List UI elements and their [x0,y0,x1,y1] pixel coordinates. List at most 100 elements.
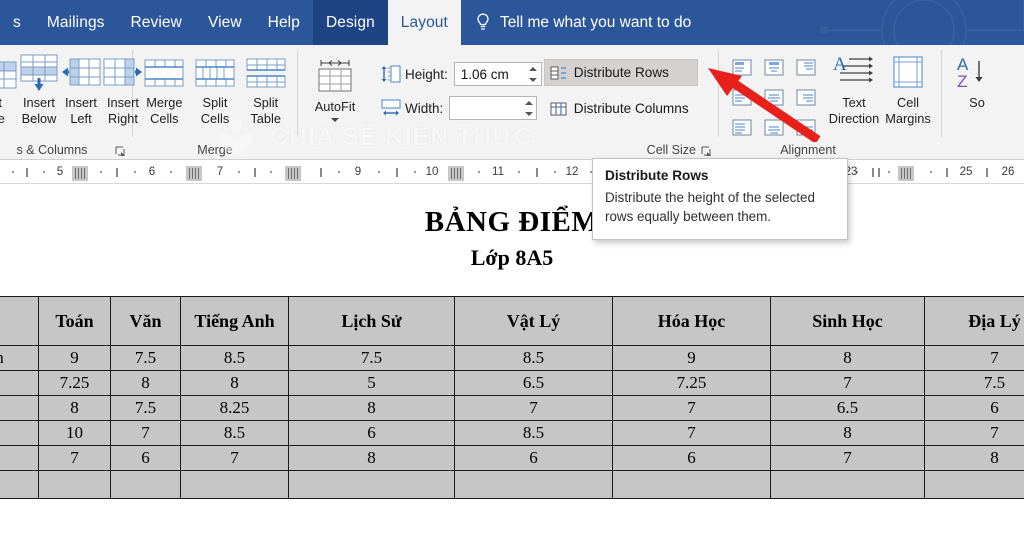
table-cell[interactable]: 7 [454,395,613,421]
rows-columns-dialog-launcher-icon[interactable] [115,146,126,157]
table-cell[interactable]: 7 [924,420,1024,446]
table-cell[interactable]: 7 [612,395,771,421]
col-header-lich-su[interactable]: Lịch Sử [288,296,455,346]
cell-margins-button[interactable]: Cell Margins [881,48,935,136]
table-cell[interactable]: 6 [612,445,771,471]
table-cell[interactable]: 7 [38,445,111,471]
align-top-center-button[interactable] [759,53,789,81]
cell-size-dialog-launcher-icon[interactable] [701,146,712,157]
insert-left-button[interactable]: Insert Left [60,48,102,136]
table-cell[interactable]: 7 [924,345,1024,371]
col-header-dia-ly[interactable]: Địa Lý [924,296,1024,346]
table-cell[interactable]: 7 [110,420,181,446]
table-cell[interactable]: 8 [288,445,455,471]
table-cell[interactable]: 7 [770,370,925,396]
table-cell[interactable]: 8.5 [454,420,613,446]
table-cell[interactable]: 8.25 [180,395,289,421]
tab-view[interactable]: View [195,0,255,45]
table-cell[interactable]: 8.5 [454,345,613,371]
ruler-column-marker[interactable] [898,166,914,181]
table-cell[interactable]: 7.5 [924,370,1024,396]
table-cell[interactable] [454,470,613,499]
table-cell[interactable]: 6 [288,420,455,446]
table-row[interactable]: 10 7 8.5 6 8.5 7 8 7 [0,420,1024,446]
table-cell[interactable] [0,370,39,396]
table-cell[interactable]: 6.5 [770,395,925,421]
col-header-vat-ly[interactable]: Vật Lý [454,296,613,346]
table-cell[interactable]: 7.5 [110,395,181,421]
table-cell[interactable]: 7 [180,445,289,471]
row-height-stepper-down-icon[interactable] [529,77,538,82]
column-width-stepper-down-icon[interactable] [524,111,533,116]
col-header-0[interactable] [0,296,39,346]
table-cell[interactable]: 8 [288,395,455,421]
table-cell[interactable]: 8.5 [180,420,289,446]
autofit-button[interactable]: AutoFit [304,52,366,140]
merge-cells-button[interactable]: Merge Cells [139,48,190,136]
table-row[interactable]: 8 7.5 8.25 8 7 7 6.5 6 [0,395,1024,421]
table-cell[interactable] [0,420,39,446]
table-cell[interactable] [110,470,181,499]
row-height-stepper[interactable] [526,63,541,85]
col-header-tieng-anh[interactable]: Tiếng Anh [180,296,289,346]
table-cell[interactable]: 8 [180,370,289,396]
autofit-dropdown-caret-icon[interactable] [331,118,339,122]
table-row[interactable]: n 9 7.5 8.5 7.5 8.5 9 8 7 [0,345,1024,371]
table-cell[interactable] [770,470,925,499]
table-cell[interactable] [38,470,111,499]
table-cell[interactable]: 5 [288,370,455,396]
table-cell[interactable]: 8 [110,370,181,396]
table-cell[interactable] [612,470,771,499]
tab-mailings[interactable]: Mailings [34,0,118,45]
insert-above-button[interactable]: rt ve [0,48,18,136]
table-cell[interactable]: 10 [38,420,111,446]
table-cell[interactable]: 8.5 [180,345,289,371]
table-cell[interactable] [0,470,39,499]
table-cell[interactable]: 7.25 [38,370,111,396]
table-row[interactable]: 7.25 8 8 5 6.5 7.25 7 7.5 [0,370,1024,396]
tab-design[interactable]: Design [312,0,388,45]
align-middle-center-button[interactable] [759,83,789,111]
split-cells-button[interactable]: Split Cells [190,48,241,136]
table-cell[interactable]: 9 [38,345,111,371]
table-cell[interactable]: 8 [924,445,1024,471]
table-cell[interactable]: 7.5 [288,345,455,371]
row-height-input[interactable]: 1.06 cm [453,62,542,86]
table-cell[interactable] [924,470,1024,499]
tab-layout[interactable]: Layout [387,0,461,45]
grades-table[interactable]: Toán Văn Tiếng Anh Lịch Sử Vật Lý Hóa Họ… [0,296,1024,499]
distribute-rows-button[interactable]: Distribute Rows [543,59,698,86]
table-cell[interactable]: 8 [770,420,925,446]
align-top-right-button[interactable] [791,53,821,81]
document-canvas[interactable]: BẢNG ĐIỂM Lớp 8A5 Toán Văn Tiếng Anh Lịc… [0,184,1024,542]
table-cell[interactable]: 7 [770,445,925,471]
ruler-column-marker[interactable] [448,166,464,181]
table-cell[interactable] [180,470,289,499]
table-cell[interactable]: 8 [770,345,925,371]
table-row[interactable] [0,470,1024,499]
table-cell[interactable]: 8 [38,395,111,421]
col-header-van[interactable]: Văn [110,296,181,346]
table-cell[interactable]: 6 [110,445,181,471]
insert-below-button[interactable]: Insert Below [18,48,60,136]
row-height-stepper-up-icon[interactable] [529,66,538,71]
sort-button[interactable]: A Z So [950,48,1004,136]
table-cell[interactable]: 6 [454,445,613,471]
ruler-column-marker[interactable] [285,166,301,181]
table-cell[interactable]: 6 [924,395,1024,421]
table-cell[interactable]: n [0,345,39,371]
align-middle-left-button[interactable] [727,83,757,111]
tab-help[interactable]: Help [255,0,313,45]
col-header-toan[interactable]: Toán [38,296,111,346]
table-cell[interactable]: 7.5 [110,345,181,371]
column-width-stepper-up-icon[interactable] [524,100,533,105]
col-header-sinh-hoc[interactable]: Sinh Học [770,296,925,346]
table-cell[interactable] [0,395,39,421]
table-cell[interactable] [288,470,455,499]
tell-me-box[interactable]: Tell me what you want to do [461,0,703,45]
tab-partial[interactable]: s [0,0,34,45]
table-cell[interactable]: 6.5 [454,370,613,396]
column-width-input[interactable] [449,96,538,120]
ruler-column-marker[interactable] [72,166,88,181]
align-top-left-button[interactable] [727,53,757,81]
